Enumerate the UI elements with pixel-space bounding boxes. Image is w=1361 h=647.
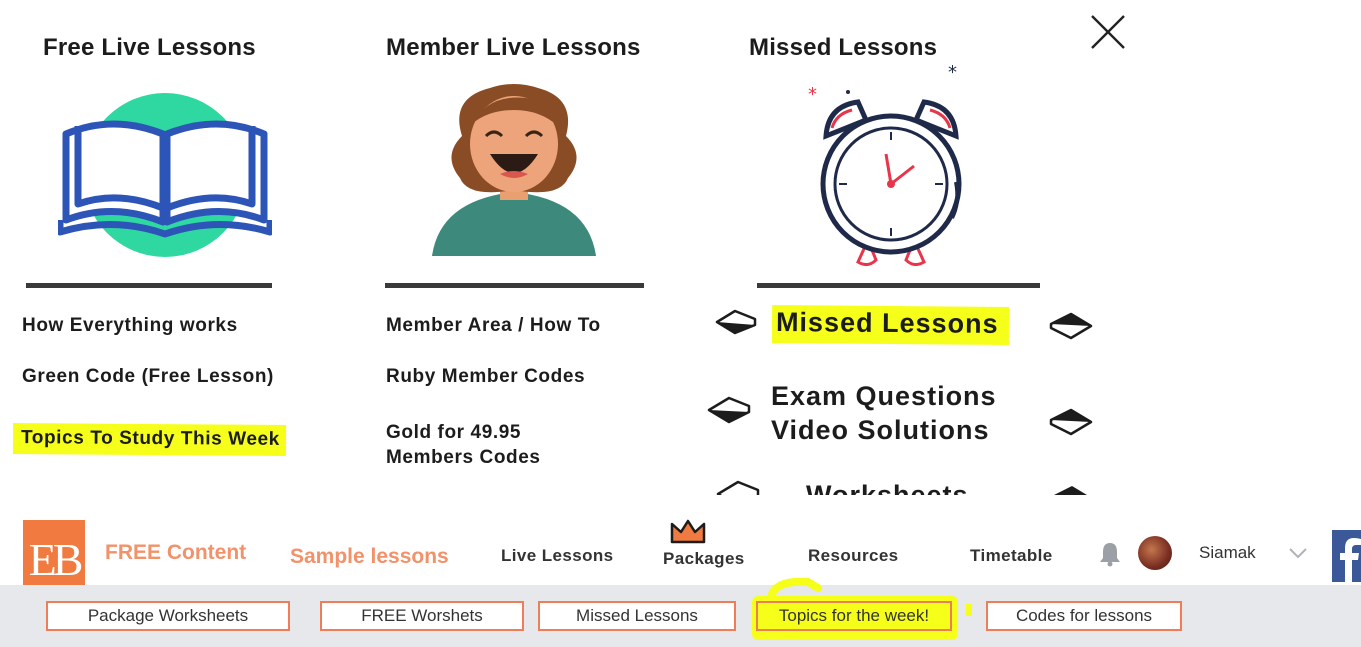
link-missed-lessons[interactable]: Missed Lessons bbox=[771, 304, 1009, 346]
arrow-left-icon bbox=[707, 396, 751, 424]
nav-timetable[interactable]: Timetable bbox=[970, 546, 1053, 566]
link-gold-line-1: Gold for 49.95 bbox=[386, 422, 522, 443]
subnav-package-worksheets[interactable]: Package Worksheets bbox=[46, 601, 290, 631]
link-worksheets[interactable]: Worksheets bbox=[806, 478, 969, 495]
arrow-right-icon bbox=[1049, 312, 1093, 340]
link-gold-members-codes[interactable]: Gold for 49.95 Members Codes bbox=[386, 420, 541, 470]
site-logo[interactable]: EB bbox=[23, 520, 85, 586]
link-green-code[interactable]: Green Code (Free Lesson) bbox=[22, 364, 274, 389]
user-name[interactable]: Siamak bbox=[1199, 543, 1256, 563]
nav-free-content[interactable]: FREE Content bbox=[105, 541, 246, 565]
column-title-member-live-lessons: Member Live Lessons bbox=[386, 34, 641, 61]
divider-free bbox=[26, 283, 272, 288]
subnav-missed-lessons[interactable]: Missed Lessons bbox=[538, 601, 736, 631]
alarm-clock-icon: * * bbox=[808, 62, 962, 267]
link-how-everything-works[interactable]: How Everything works bbox=[22, 313, 238, 338]
open-book-icon bbox=[58, 93, 272, 257]
column-title-missed-lessons: Missed Lessons bbox=[749, 34, 938, 61]
avatar[interactable] bbox=[1138, 536, 1172, 570]
link-gold-line-2: Members Codes bbox=[386, 447, 541, 468]
subnav-codes-for-lessons[interactable]: Codes for lessons bbox=[986, 601, 1182, 631]
link-video-solutions-line: Video Solutions bbox=[771, 415, 990, 445]
divider-missed bbox=[757, 283, 1040, 288]
chevron-down-icon[interactable] bbox=[1288, 546, 1308, 560]
nav-live-lessons[interactable]: Live Lessons bbox=[501, 546, 614, 566]
crown-icon bbox=[670, 519, 706, 544]
nav-packages[interactable]: Packages bbox=[663, 549, 745, 569]
subnav-topics-for-the-week[interactable]: Topics for the week! bbox=[756, 601, 952, 631]
facebook-icon bbox=[1340, 538, 1361, 582]
bell-icon[interactable] bbox=[1099, 541, 1121, 567]
svg-text:*: * bbox=[808, 84, 817, 105]
column-title-free-live-lessons: Free Live Lessons bbox=[43, 34, 256, 61]
nav-sample-lessons[interactable]: Sample lessons bbox=[290, 545, 449, 569]
nav-resources[interactable]: Resources bbox=[808, 546, 899, 566]
link-exam-questions-video-solutions[interactable]: Exam Questions Video Solutions bbox=[771, 379, 997, 447]
arrow-right-icon bbox=[1054, 486, 1087, 495]
close-icon[interactable] bbox=[1088, 12, 1128, 52]
svg-text:*: * bbox=[948, 62, 957, 83]
arrow-left-icon bbox=[715, 309, 757, 335]
facebook-button[interactable] bbox=[1332, 530, 1361, 582]
arrow-left-icon bbox=[716, 480, 760, 495]
child-avatar-icon bbox=[432, 84, 596, 256]
divider-member bbox=[385, 283, 644, 288]
link-member-area[interactable]: Member Area / How To bbox=[386, 313, 601, 338]
menu-clip-area: Worksheets bbox=[0, 470, 1361, 495]
link-ruby-member-codes[interactable]: Ruby Member Codes bbox=[386, 364, 585, 389]
link-exam-questions-line: Exam Questions bbox=[771, 381, 997, 411]
arrow-right-icon bbox=[1049, 408, 1093, 436]
link-topics-to-study[interactable]: Topics To Study This Week bbox=[12, 423, 286, 456]
subnav-free-worksheets[interactable]: FREE Worshets bbox=[320, 601, 524, 631]
